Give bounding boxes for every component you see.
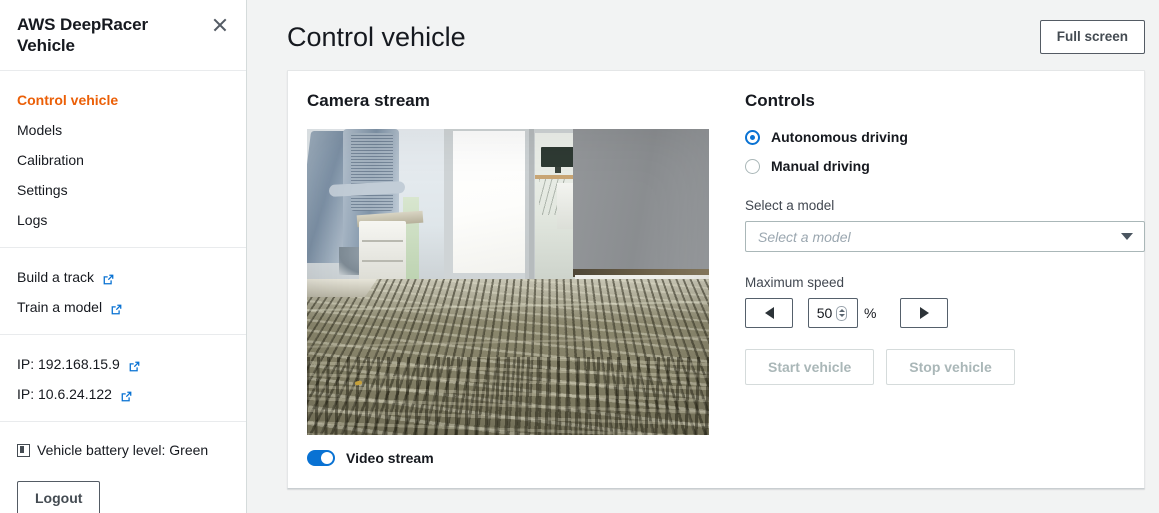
sidebar-item-models[interactable]: Models [0, 115, 246, 145]
camera-stream-video[interactable] [307, 129, 709, 435]
battery-icon [17, 443, 30, 457]
stop-vehicle-button[interactable]: Stop vehicle [886, 349, 1015, 385]
sidebar: AWS DeepRacer Vehicle Control vehicle Mo… [0, 0, 247, 513]
camera-stream-title: Camera stream [307, 91, 430, 110]
camera-scene [307, 129, 709, 435]
speed-value: 50 [816, 305, 833, 321]
sidebar-item-logs[interactable]: Logs [0, 205, 246, 235]
model-select-group: Select a model Select a model [745, 197, 1145, 252]
spinner-up-arrow [838, 309, 845, 312]
sidebar-item-calibration[interactable]: Calibration [0, 145, 246, 175]
external-link-icon [120, 388, 133, 401]
speed-value-input[interactable]: 50 [808, 298, 858, 328]
video-stream-label: Video stream [346, 450, 434, 466]
chevron-down-icon [1121, 233, 1133, 240]
radio-manual-driving[interactable]: Manual driving [745, 158, 1145, 174]
logout-button[interactable]: Logout [17, 481, 101, 513]
radio-manual-driving-input[interactable] [745, 158, 760, 174]
sidebar-external-links: Build a track Train a model [0, 248, 246, 335]
link-ip-secondary[interactable]: IP: 10.6.24.122 [0, 379, 246, 409]
sidebar-ip-links: IP: 192.168.15.9 IP: 10.6.24.122 [0, 335, 246, 422]
sidebar-nav: Control vehicle Models Calibration Setti… [0, 71, 246, 248]
main-content: Control vehicle Full screen Camera strea… [247, 0, 1159, 513]
start-vehicle-button[interactable]: Start vehicle [745, 349, 875, 385]
camera-stream-column: Camera stream Video stream [307, 90, 725, 488]
radio-manual-driving-label: Manual driving [771, 158, 870, 174]
page-title: Control vehicle [287, 22, 466, 52]
external-link-icon [128, 358, 141, 371]
link-ip-primary[interactable]: IP: 192.168.15.9 [0, 349, 246, 379]
link-ip-secondary-label: IP: 10.6.24.122 [17, 386, 112, 402]
spinner-updown-icon[interactable] [836, 305, 848, 321]
sidebar-item-control-vehicle[interactable]: Control vehicle [0, 85, 246, 115]
toggle-knob [321, 452, 333, 464]
max-speed-group: Maximum speed 50 % [745, 274, 1145, 328]
spinner-down-arrow [838, 314, 845, 317]
vehicle-action-row: Start vehicle Stop vehicle [745, 349, 1145, 385]
video-stream-toggle[interactable] [307, 450, 335, 466]
model-select-placeholder: Select a model [758, 228, 851, 245]
logout-wrapper: Logout [0, 464, 246, 513]
max-speed-row: 50 % [745, 298, 1145, 328]
max-speed-label: Maximum speed [745, 275, 845, 290]
radio-autonomous-driving-input[interactable] [745, 129, 760, 145]
triangle-left-icon [764, 307, 774, 319]
link-ip-primary-label: IP: 192.168.15.9 [17, 356, 120, 372]
app-title: AWS DeepRacer Vehicle [17, 15, 148, 55]
radio-autonomous-driving[interactable]: Autonomous driving [745, 129, 1145, 145]
full-screen-button[interactable]: Full screen [1039, 20, 1145, 54]
link-build-a-track[interactable]: Build a track [0, 262, 246, 292]
close-icon[interactable] [210, 15, 230, 35]
external-link-icon [110, 301, 123, 314]
triangle-right-icon [919, 307, 929, 319]
speed-decrease-button[interactable] [745, 298, 793, 328]
page-header: Control vehicle Full screen [287, 0, 1145, 70]
link-train-a-model-label: Train a model [17, 299, 103, 315]
speed-increase-button[interactable] [900, 298, 949, 328]
control-vehicle-card: Camera stream Video stream Controls Auto… [287, 70, 1145, 489]
video-stream-toggle-row: Video stream [307, 450, 725, 466]
sidebar-header: AWS DeepRacer Vehicle [0, 0, 246, 71]
sidebar-status-section: Vehicle battery level: Green Logout [0, 422, 246, 513]
battery-status-label: Vehicle battery level: Green [37, 442, 209, 458]
app-root: AWS DeepRacer Vehicle Control vehicle Mo… [0, 0, 1159, 513]
controls-column: Controls Autonomous driving Manual drivi… [725, 90, 1145, 488]
model-select-label: Select a model [745, 198, 835, 213]
battery-status: Vehicle battery level: Green [0, 436, 246, 464]
radio-autonomous-driving-label: Autonomous driving [771, 129, 908, 145]
speed-unit-label: % [864, 305, 877, 321]
external-link-icon [102, 271, 115, 284]
sidebar-item-settings[interactable]: Settings [0, 175, 246, 205]
link-train-a-model[interactable]: Train a model [0, 292, 246, 322]
controls-title: Controls [745, 91, 815, 110]
model-select-dropdown[interactable]: Select a model [745, 221, 1145, 252]
link-build-a-track-label: Build a track [17, 269, 95, 285]
